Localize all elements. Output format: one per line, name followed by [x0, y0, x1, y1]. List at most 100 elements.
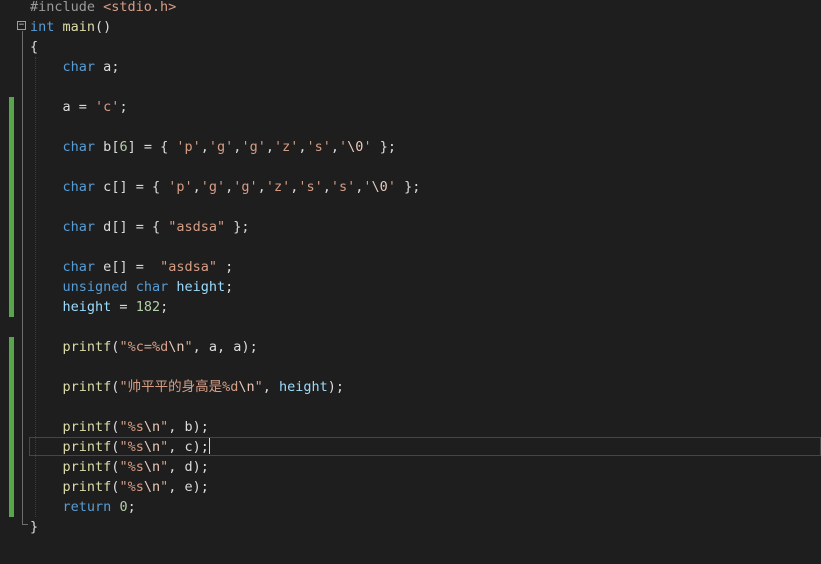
function-name-token: printf	[62, 339, 112, 355]
punctuation-token	[30, 279, 63, 295]
string-literal-token: 's'	[330, 179, 356, 195]
punctuation-token: ,	[217, 339, 234, 355]
punctuation-token: ,	[168, 439, 185, 455]
keyword-token: char	[135, 279, 169, 295]
code-text-area[interactable]: #include <stdio.h> int main(){ char a; a …	[0, 0, 821, 564]
string-literal-token: '	[387, 179, 396, 195]
punctuation-token: ;	[119, 99, 128, 115]
punctuation-token: ,	[322, 179, 331, 195]
punctuation-token: ()	[95, 19, 112, 35]
keyword-token: char	[62, 179, 96, 195]
variable-token: height	[279, 379, 328, 395]
string-literal-token: 'p'	[168, 179, 193, 195]
keyword-token: unsigned	[62, 279, 128, 295]
identifier-token: b	[184, 419, 193, 435]
string-literal-token: 'c'	[95, 99, 120, 115]
string-literal-token: '	[339, 139, 348, 155]
number-literal-token: 0	[119, 499, 128, 515]
keyword-token: int	[30, 19, 55, 35]
punctuation-token: ,	[298, 139, 307, 155]
punctuation-token: ,	[265, 139, 274, 155]
punctuation-token: [] = {	[111, 179, 169, 195]
code-line-27[interactable]: }	[30, 517, 38, 537]
punctuation-token: ,	[192, 179, 201, 195]
code-line-12[interactable]: char d[] = { "asdsa" };	[30, 217, 250, 237]
text-caret	[208, 438, 210, 454]
code-line-24[interactable]: printf("%s\n", d);	[30, 457, 209, 477]
string-literal-token: 'g'	[200, 179, 226, 195]
punctuation-token	[30, 179, 63, 195]
code-line-6[interactable]: a = 'c';	[30, 97, 128, 117]
punctuation-token: }	[30, 519, 39, 535]
escape-sequence-token: \0	[347, 139, 364, 155]
variable-token: height	[176, 279, 226, 295]
punctuation-token	[30, 99, 63, 115]
include-path-token: <stdio.h>	[103, 0, 177, 15]
string-literal-token: "%s	[119, 419, 144, 435]
code-line-3[interactable]: {	[30, 37, 38, 57]
punctuation-token: );	[241, 339, 258, 355]
code-line-23[interactable]: printf("%s\n", c);	[30, 437, 210, 457]
code-line-26[interactable]: return 0;	[30, 497, 136, 517]
string-literal-token: "%c=%d	[119, 339, 169, 355]
string-literal-token: "	[160, 419, 169, 435]
punctuation-token	[95, 259, 103, 275]
code-line-25[interactable]: printf("%s\n", e);	[30, 477, 209, 497]
punctuation-token	[30, 339, 63, 355]
punctuation-token: ,	[168, 419, 185, 435]
code-editor[interactable]: − #include <stdio.h> int main(){ char a; …	[0, 0, 821, 564]
punctuation-token: };	[395, 179, 421, 195]
punctuation-token	[30, 299, 63, 315]
string-literal-token: "asdsa"	[160, 259, 217, 275]
punctuation-token	[30, 439, 63, 455]
code-line-10[interactable]: char c[] = { 'p','g','g','z','s','s','\0…	[30, 177, 421, 197]
string-literal-token: "	[160, 459, 169, 475]
string-literal-token: 'g'	[241, 139, 266, 155]
code-line-20[interactable]: printf("帅平平的身高是%d\n", height);	[30, 377, 345, 397]
string-literal-token: "	[254, 379, 263, 395]
code-line-14[interactable]: char e[] = "asdsa" ;	[30, 257, 234, 277]
code-line-15[interactable]: unsigned char height;	[30, 277, 234, 297]
string-literal-token: 'z'	[273, 139, 299, 155]
string-literal-token: 'z'	[265, 179, 291, 195]
punctuation-token: ,	[168, 459, 185, 475]
code-line-16[interactable]: height = 182;	[30, 297, 169, 317]
number-literal-token: 182	[135, 299, 161, 315]
punctuation-token	[30, 259, 63, 275]
code-line-18[interactable]: printf("%c=%d\n", a, a);	[30, 337, 258, 357]
escape-sequence-token: \n	[143, 439, 161, 455]
punctuation-token: ] = {	[127, 139, 177, 155]
identifier-token: a	[208, 339, 218, 355]
number-literal-token: 6	[119, 139, 128, 155]
code-line-8[interactable]: char b[6] = { 'p','g','g','z','s','\0' }…	[30, 137, 396, 157]
string-literal-token: 's'	[298, 179, 323, 195]
string-literal-token: "%s	[119, 479, 144, 495]
string-literal-token: "%s	[119, 439, 144, 455]
identifier-token: e	[184, 479, 193, 495]
punctuation-token	[30, 479, 63, 495]
code-line-22[interactable]: printf("%s\n", b);	[30, 417, 209, 437]
string-literal-token: "	[160, 479, 169, 495]
punctuation-token: ,	[262, 379, 279, 395]
string-literal-token: 'p'	[176, 139, 201, 155]
code-line-2[interactable]: int main()	[30, 17, 111, 37]
string-literal-token: 'g'	[208, 139, 234, 155]
string-literal-token: 'g'	[233, 179, 258, 195]
punctuation-token	[30, 139, 63, 155]
escape-sequence-token: \n	[238, 379, 255, 395]
keyword-token: return	[62, 499, 112, 515]
function-name-token: printf	[62, 379, 112, 395]
punctuation-token: ;	[225, 279, 234, 295]
escape-sequence-token: \n	[143, 479, 161, 495]
code-line-1[interactable]: #include <stdio.h>	[30, 0, 176, 17]
punctuation-token	[95, 179, 103, 195]
string-literal-token: "	[184, 339, 193, 355]
identifier-token: a	[62, 99, 71, 115]
punctuation-token	[30, 459, 63, 475]
punctuation-token	[95, 59, 103, 75]
punctuation-token: ;	[217, 259, 234, 275]
punctuation-token	[30, 219, 63, 235]
punctuation-token: ,	[200, 139, 209, 155]
code-line-4[interactable]: char a;	[30, 57, 120, 77]
punctuation-token: );	[192, 459, 209, 475]
